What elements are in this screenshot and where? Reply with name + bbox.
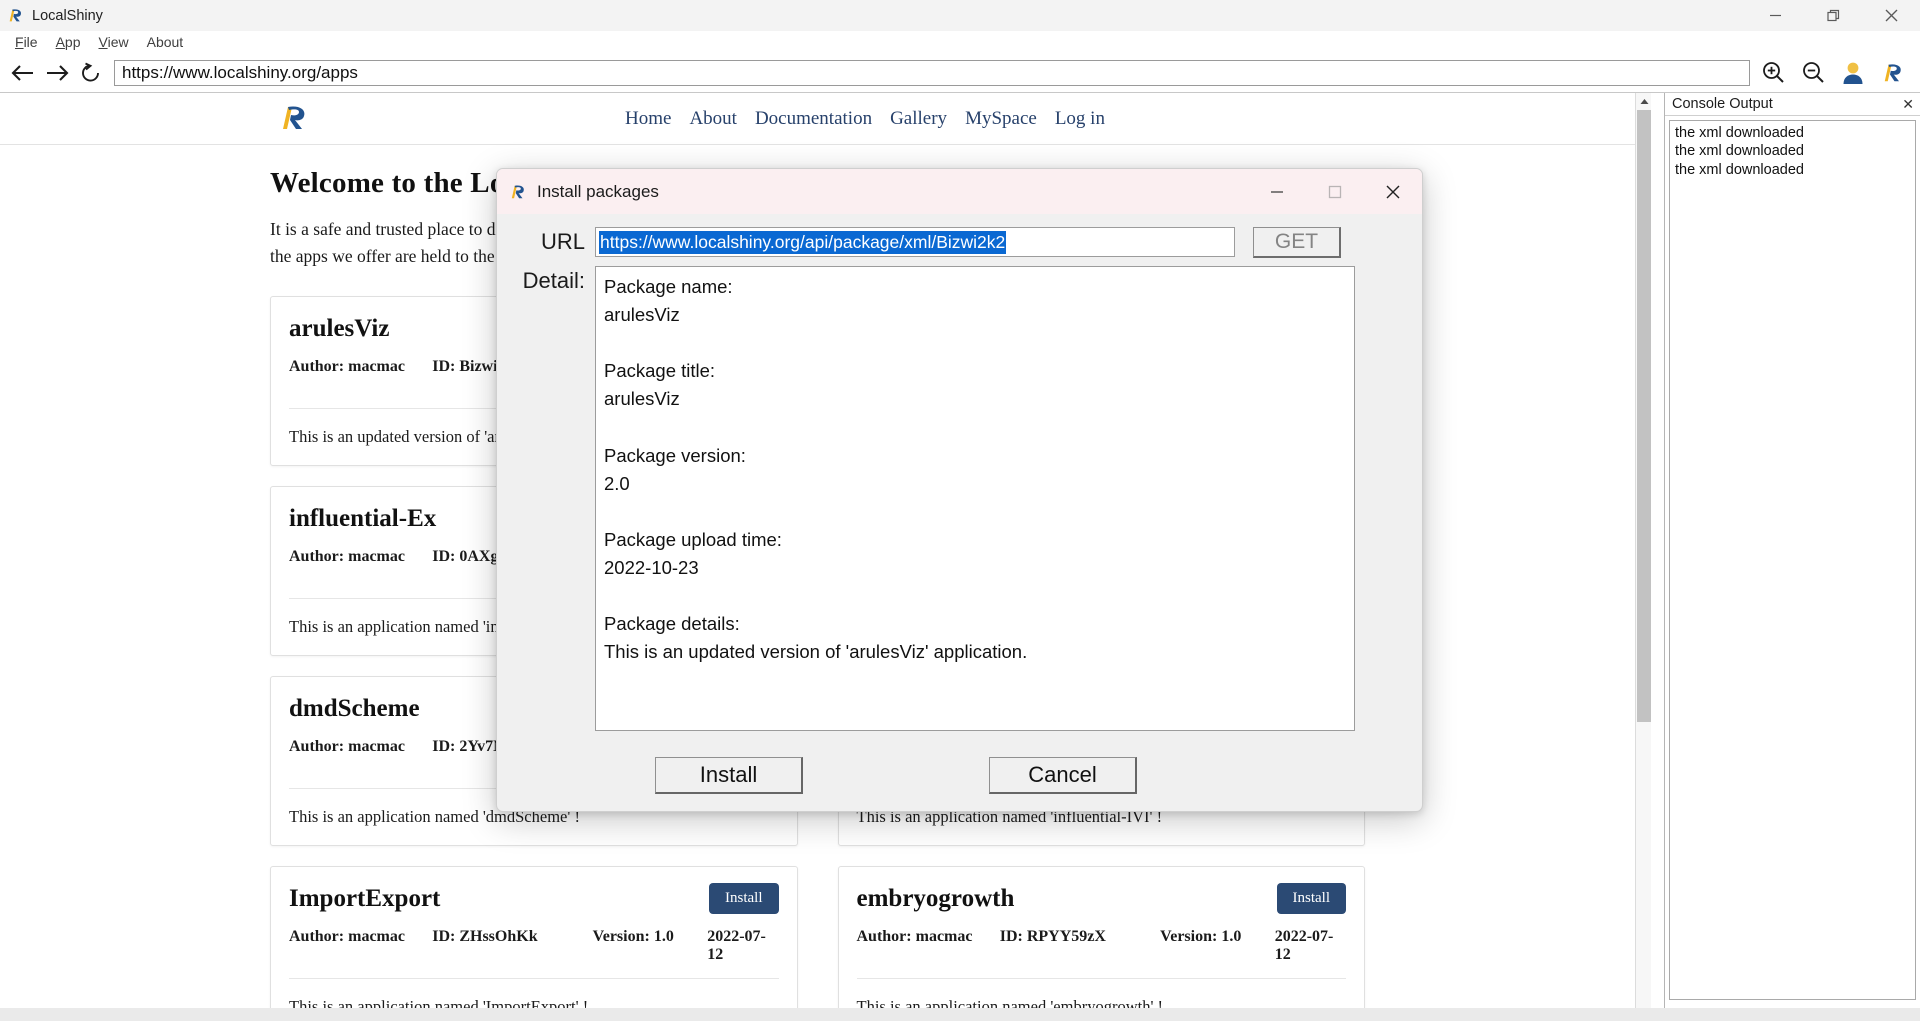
- browser-toolbar: https://www.localshiny.org/apps: [0, 53, 1920, 93]
- url-field-row: URL https://www.localshiny.org/api/packa…: [497, 214, 1422, 258]
- card-author: Author: macmac: [289, 928, 405, 946]
- window-titlebar: LocalShiny: [0, 0, 1920, 31]
- menu-file[interactable]: File: [6, 31, 47, 53]
- zoom-in-icon[interactable]: [1756, 56, 1790, 90]
- scrollbar-thumb[interactable]: [1637, 110, 1651, 722]
- nav-link-gallery[interactable]: Gallery: [890, 108, 947, 130]
- dialog-footer: Install Cancel: [497, 745, 1422, 811]
- close-icon[interactable]: [1862, 0, 1920, 31]
- app-card-importexport[interactable]: ImportExport Install Author: macmac ID: …: [270, 866, 798, 1021]
- console-header: Console Output ✕: [1665, 93, 1920, 116]
- card-version: Version: 1.0: [592, 928, 674, 946]
- install-button[interactable]: Install: [655, 757, 803, 794]
- url-label: URL: [540, 229, 585, 254]
- address-bar[interactable]: https://www.localshiny.org/apps: [114, 59, 1750, 86]
- card-id: ID: ZHssOhKk: [432, 928, 538, 946]
- scroll-up-arrow-icon[interactable]: [1636, 93, 1651, 110]
- console-log[interactable]: the xml downloaded the xml downloaded th…: [1669, 120, 1916, 1000]
- app-card-embryogrowth[interactable]: embryogrowth Install Author: macmac ID: …: [837, 866, 1365, 1021]
- r-logo-icon: [509, 183, 527, 201]
- menu-app[interactable]: App: [47, 31, 90, 53]
- menubar: File App View About: [0, 31, 1920, 53]
- application-window: LocalShiny File App View About https://w…: [0, 0, 1920, 1021]
- install-packages-dialog: Install packages URL https://www.localsh…: [496, 168, 1423, 812]
- nav-link-login[interactable]: Log in: [1055, 108, 1105, 130]
- card-divider: [856, 978, 1346, 980]
- site-navigation: Home About Documentation Gallery MySpace…: [0, 93, 1635, 145]
- console-line: the xml downloaded: [1675, 161, 1804, 178]
- console-output-panel: Console Output ✕ the xml downloaded the …: [1664, 93, 1920, 1021]
- card-header: ImportExport Install: [289, 883, 779, 915]
- card-author: Author: macmac: [856, 928, 973, 946]
- back-arrow-icon[interactable]: [6, 56, 40, 90]
- menu-about[interactable]: About: [138, 31, 193, 53]
- card-title: ImportExport: [289, 884, 441, 912]
- site-nav-links: Home About Documentation Gallery MySpace…: [625, 93, 1105, 145]
- card-header: embryogrowth Install: [856, 883, 1346, 915]
- close-icon[interactable]: [1364, 169, 1422, 214]
- minimize-icon[interactable]: [1746, 0, 1804, 31]
- dialog-title-group: Install packages: [497, 182, 659, 202]
- detail-label: Detail:: [522, 268, 585, 293]
- cancel-button[interactable]: Cancel: [989, 757, 1137, 794]
- r-logo-icon[interactable]: [1876, 56, 1910, 90]
- console-line: the xml downloaded: [1675, 125, 1804, 141]
- card-date: 2022-07-12: [707, 928, 766, 964]
- toolbar-icon-group: [1756, 56, 1920, 90]
- dialog-title: Install packages: [537, 181, 659, 201]
- nav-link-about[interactable]: About: [689, 108, 737, 130]
- zoom-out-icon[interactable]: [1796, 56, 1830, 90]
- forward-arrow-icon[interactable]: [40, 56, 74, 90]
- menu-view[interactable]: View: [90, 31, 138, 53]
- card-meta: Author: macmac ID: ZHssOhKk Version: 1.0…: [289, 928, 779, 964]
- nav-link-documentation[interactable]: Documentation: [755, 108, 872, 130]
- card-divider: [289, 978, 779, 980]
- card-title: influential-Ex: [289, 504, 437, 532]
- detail-field-row: Detail: Package name: arulesViz Package …: [497, 258, 1422, 731]
- url-input-value: https://www.localshiny.org/api/package/x…: [599, 230, 1007, 254]
- reload-icon[interactable]: [74, 56, 108, 90]
- card-author: Author: macmac: [289, 738, 405, 756]
- window-title: LocalShiny: [32, 7, 103, 24]
- r-logo-icon: [278, 101, 310, 135]
- dialog-window-controls: [1248, 169, 1422, 214]
- window-controls: [1746, 0, 1920, 31]
- web-scrollbar[interactable]: [1635, 93, 1651, 1021]
- titlebar-left-group: LocalShiny: [0, 7, 103, 24]
- console-line: the xml downloaded: [1675, 143, 1804, 160]
- address-bar-text: https://www.localshiny.org/apps: [122, 62, 358, 82]
- console-title: Console Output: [1672, 96, 1773, 112]
- user-avatar-icon[interactable]: [1836, 56, 1870, 90]
- r-logo-icon: [7, 7, 24, 24]
- install-button[interactable]: Install: [709, 883, 779, 915]
- close-icon[interactable]: ✕: [1902, 97, 1914, 111]
- card-id: ID: RPYY59zX: [999, 928, 1106, 946]
- nav-link-myspace[interactable]: MySpace: [965, 108, 1037, 130]
- url-input[interactable]: https://www.localshiny.org/api/package/x…: [595, 227, 1235, 257]
- nav-link-home[interactable]: Home: [625, 108, 671, 130]
- dialog-body: URL https://www.localshiny.org/api/packa…: [497, 214, 1422, 811]
- window-bottom-strip: [0, 1008, 1920, 1021]
- install-button[interactable]: Install: [1276, 883, 1346, 915]
- card-meta: Author: macmac ID: RPYY59zX Version: 1.0…: [857, 928, 1347, 964]
- card-title: arulesViz: [289, 314, 390, 342]
- restore-icon[interactable]: [1804, 0, 1862, 31]
- maximize-icon[interactable]: [1306, 169, 1364, 214]
- card-title: dmdScheme: [289, 694, 420, 722]
- card-date: 2022-07-12: [1274, 928, 1334, 964]
- card-author: Author: macmac: [289, 548, 405, 566]
- minimize-icon[interactable]: [1248, 169, 1306, 214]
- card-title: embryogrowth: [856, 884, 1015, 912]
- get-button[interactable]: GET: [1253, 227, 1341, 258]
- card-version: Version: 1.0: [1160, 928, 1242, 946]
- card-author: Author: macmac: [289, 358, 405, 376]
- detail-textarea[interactable]: Package name: arulesViz Package title: a…: [595, 266, 1355, 731]
- dialog-titlebar: Install packages: [497, 169, 1422, 214]
